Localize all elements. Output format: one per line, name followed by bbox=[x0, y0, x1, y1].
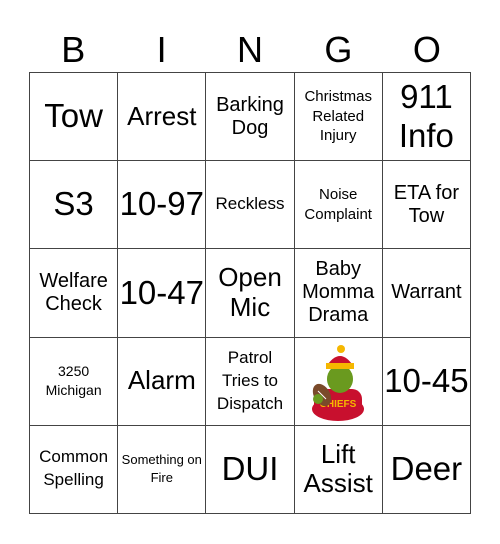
bingo-cell[interactable]: Deer bbox=[382, 425, 471, 514]
bingo-cell[interactable]: ETA for Tow bbox=[382, 161, 471, 250]
bingo-cell[interactable]: 10-47 bbox=[118, 249, 207, 338]
bingo-cell[interactable]: Warrant bbox=[382, 249, 471, 338]
header-letter-g: G bbox=[324, 29, 353, 70]
bingo-cell[interactable]: 10-97 bbox=[118, 161, 207, 250]
bingo-cell[interactable]: Welfare Check bbox=[30, 249, 119, 338]
header-letter-b: B bbox=[61, 29, 86, 70]
bingo-cell[interactable]: Lift Assist bbox=[294, 425, 383, 514]
bingo-cell[interactable]: Tow bbox=[30, 73, 119, 162]
header-letter-o: O bbox=[412, 29, 441, 70]
bingo-cell[interactable]: Reckless bbox=[206, 161, 295, 250]
bingo-grid: Tow Arrest Barking Dog Christmas Related… bbox=[29, 72, 471, 514]
bingo-cell[interactable]: 10-45 bbox=[382, 337, 471, 426]
bingo-cell[interactable]: Arrest bbox=[118, 73, 207, 162]
bingo-header: B I N G O bbox=[29, 28, 471, 72]
bingo-cell[interactable]: Noise Complaint bbox=[294, 161, 383, 250]
bingo-cell[interactable]: Patrol Tries to Dispatch bbox=[206, 337, 295, 426]
bingo-cell[interactable]: Open Mic bbox=[206, 249, 295, 338]
bingo-cell[interactable]: 911 Info bbox=[382, 73, 471, 162]
bingo-cell[interactable]: 3250 Michigan bbox=[30, 337, 119, 426]
bingo-cell[interactable]: DUI bbox=[206, 425, 295, 514]
bingo-cell[interactable]: Christmas Related Injury bbox=[294, 73, 383, 162]
header-letter-i: I bbox=[156, 29, 167, 70]
free-space-cell[interactable]: CHIEFS bbox=[294, 337, 383, 426]
bingo-cell[interactable]: S3 bbox=[30, 161, 119, 250]
grinch-chiefs-icon: CHIEFS bbox=[312, 345, 365, 422]
bingo-cell[interactable]: Baby Momma Drama bbox=[294, 249, 383, 338]
bingo-cell[interactable]: Common Spelling bbox=[30, 425, 119, 514]
header-letter-n: N bbox=[237, 29, 264, 70]
bingo-cell[interactable]: Alarm bbox=[118, 337, 207, 426]
bingo-cell[interactable]: Barking Dog bbox=[206, 73, 295, 162]
bingo-cell[interactable]: Something on Fire bbox=[118, 425, 207, 514]
